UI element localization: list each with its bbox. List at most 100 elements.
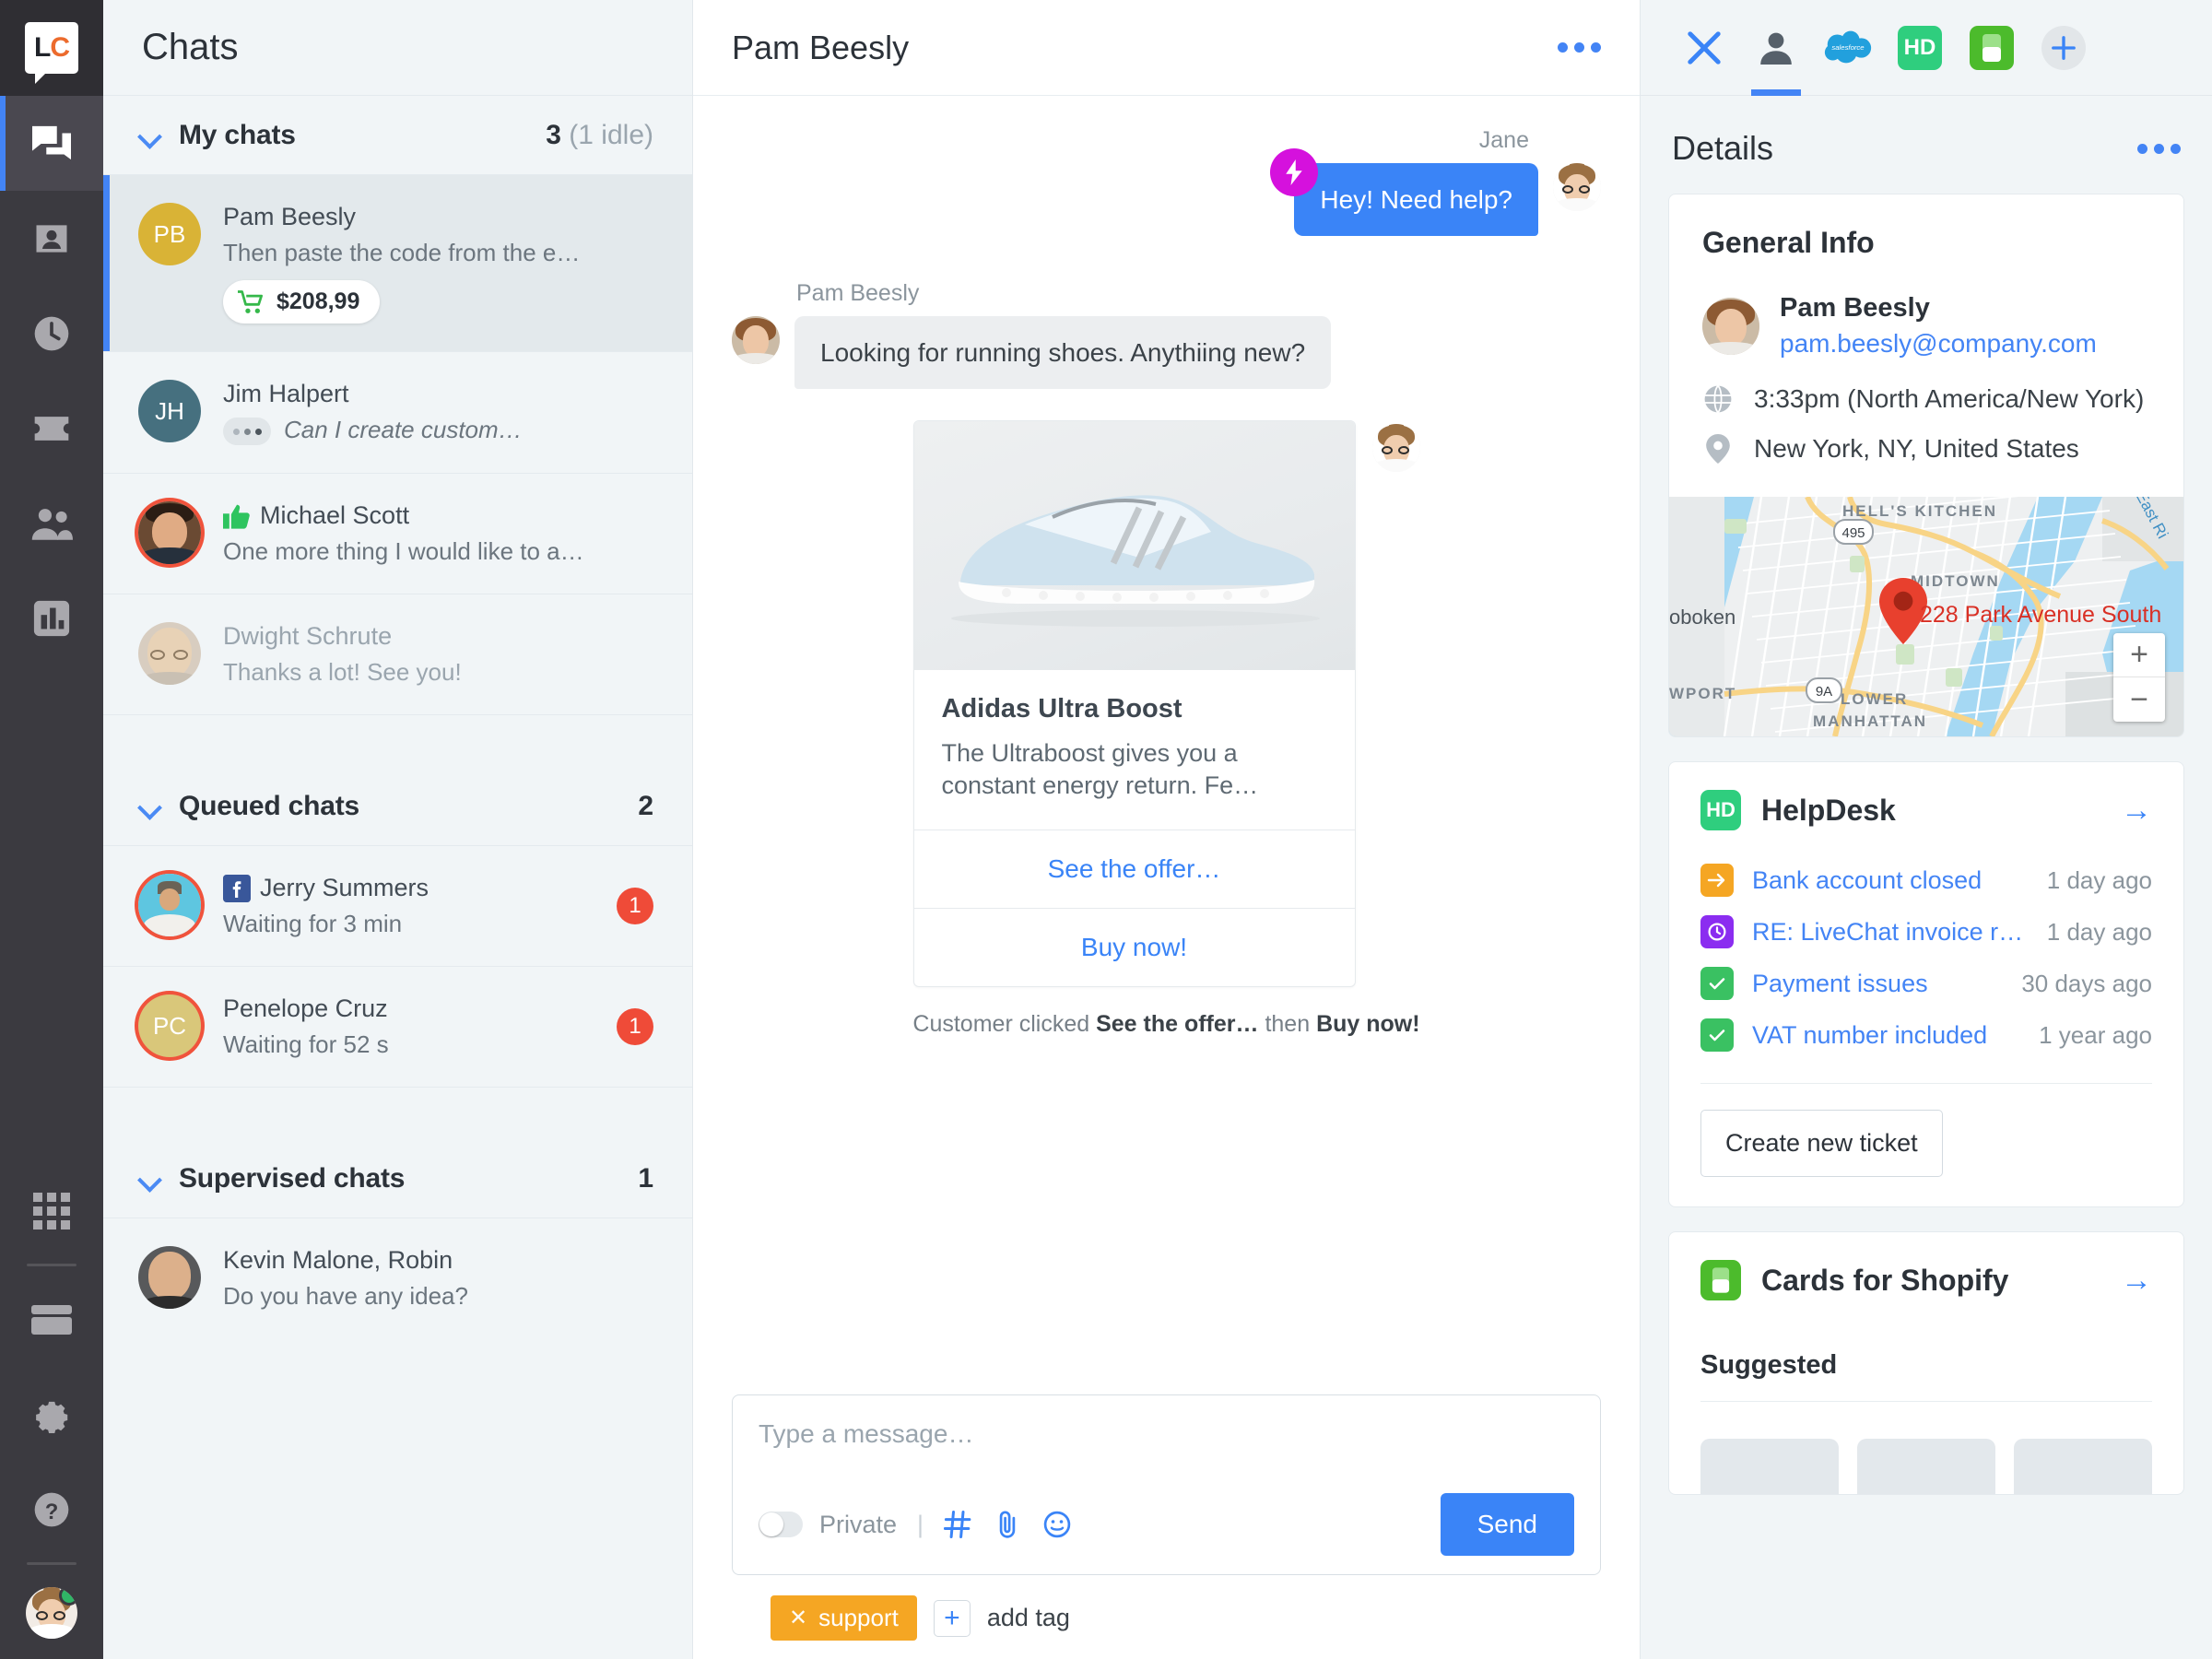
section-header-my-chats[interactable]: My chats 3 (1 idle) bbox=[103, 96, 692, 175]
ticket-row[interactable]: Bank account closed 1 day ago bbox=[1669, 854, 2183, 906]
shopify-open-arrow-icon[interactable]: → bbox=[2121, 1265, 2152, 1296]
rail-item-reports[interactable] bbox=[0, 571, 103, 665]
map-zoom-in-button[interactable]: + bbox=[2113, 633, 2165, 677]
customer-time-row: 3:33pm (North America/New York) bbox=[1702, 384, 2150, 414]
ticket-status-open-icon bbox=[1700, 864, 1734, 897]
suggested-card-placeholder[interactable] bbox=[2014, 1439, 2152, 1494]
message-author: Jane bbox=[1478, 127, 1529, 153]
bolt-icon bbox=[1270, 148, 1319, 196]
rail-item-settings[interactable] bbox=[0, 1367, 103, 1462]
ticket-row[interactable]: VAT number included 1 year ago bbox=[1669, 1009, 2183, 1061]
chevron-down-icon[interactable] bbox=[138, 1167, 162, 1191]
helpdesk-open-arrow-icon[interactable]: → bbox=[2121, 794, 2152, 826]
tab-close-panel[interactable] bbox=[1668, 0, 1740, 96]
ticket-title[interactable]: Bank account closed bbox=[1752, 866, 1982, 895]
tab-helpdesk[interactable]: HD bbox=[1884, 0, 1956, 96]
ticket-age: 1 day ago bbox=[2046, 865, 2152, 894]
section-count: 3 (1 idle) bbox=[546, 119, 653, 150]
details-body: General Info Pam Beesly pam.beesly@compa… bbox=[1641, 194, 2212, 1659]
product-card: Adidas Ultra Boost The Ultraboost gives … bbox=[912, 420, 1356, 988]
map-zoom-out-button[interactable]: − bbox=[2113, 677, 2165, 722]
rail-item-team[interactable] bbox=[0, 476, 103, 571]
thumbs-up-icon bbox=[223, 504, 250, 529]
reports-icon bbox=[33, 600, 70, 636]
globe-icon bbox=[1702, 384, 1734, 414]
system-note-prefix: Customer clicked bbox=[912, 1011, 1097, 1038]
clock-icon bbox=[34, 316, 69, 350]
map-zoom-controls: + − bbox=[2113, 633, 2165, 722]
ticket-row[interactable]: Payment issues 30 days ago bbox=[1669, 958, 2183, 1009]
chat-item-preview-row: Can I create custom… bbox=[223, 416, 653, 446]
chat-options-button[interactable] bbox=[1558, 42, 1601, 53]
system-note-action-2: Buy now! bbox=[1316, 1011, 1420, 1038]
message-input-placeholder[interactable]: Type a message… bbox=[759, 1419, 1574, 1449]
section-gap bbox=[103, 715, 692, 768]
ticket-title[interactable]: VAT number included bbox=[1752, 1021, 1987, 1050]
ticket-title[interactable]: RE: LiveChat invoice rece… bbox=[1752, 918, 2029, 947]
close-icon bbox=[1688, 30, 1721, 65]
avatar bbox=[138, 874, 201, 937]
private-toggle[interactable] bbox=[759, 1512, 803, 1537]
chat-item-name-row: Michael Scott bbox=[223, 501, 653, 530]
divider: | bbox=[917, 1510, 924, 1538]
chat-item-preview: Waiting for 3 min bbox=[223, 910, 403, 938]
paperclip-icon[interactable] bbox=[995, 1511, 1019, 1538]
close-icon[interactable]: ✕ bbox=[789, 1605, 807, 1631]
rail-item-recent[interactable] bbox=[0, 286, 103, 381]
product-image bbox=[913, 421, 1355, 670]
message-thread: Jane Hey! Need help? Pam Beesly Looking … bbox=[693, 96, 1640, 1394]
section-header-queued-chats[interactable]: Queued chats 2 bbox=[103, 767, 692, 847]
chat-item-name: Pam Beesly bbox=[223, 203, 357, 230]
private-label: Private bbox=[819, 1510, 898, 1538]
rail-item-tickets[interactable] bbox=[0, 381, 103, 476]
send-button[interactable]: Send bbox=[1440, 1493, 1574, 1556]
suggested-label: Suggested bbox=[1700, 1350, 1838, 1380]
chat-list-item-dwight-schrute[interactable]: Dwight Schrute Thanks a lot! See you! bbox=[103, 594, 692, 716]
add-tag-button[interactable]: + bbox=[933, 1599, 971, 1637]
emoji-icon[interactable] bbox=[1043, 1511, 1071, 1538]
rail-item-billing[interactable] bbox=[0, 1272, 103, 1367]
chevron-down-icon[interactable] bbox=[138, 794, 162, 818]
suggested-card-placeholder[interactable] bbox=[1857, 1439, 1995, 1494]
chat-list-item-jerry-summers[interactable]: Jerry Summers Waiting for 3 min 1 bbox=[103, 846, 692, 968]
product-info: Adidas Ultra Boost The Ultraboost gives … bbox=[914, 670, 1355, 830]
chevron-down-icon[interactable] bbox=[138, 124, 162, 147]
app-logo[interactable]: L C bbox=[0, 0, 103, 96]
chat-list-item-kevin-malone[interactable]: Kevin Malone, Robin Do you have any idea… bbox=[103, 1218, 692, 1338]
rail-item-apps[interactable] bbox=[0, 1163, 103, 1258]
details-options-button[interactable] bbox=[2137, 143, 2181, 154]
section-header-supervised-chats[interactable]: Supervised chats 1 bbox=[103, 1139, 692, 1219]
tab-add-app[interactable] bbox=[2028, 0, 2100, 96]
chat-list-item-pam-beesly[interactable]: PB Pam Beesly Then paste the code from t… bbox=[103, 175, 692, 352]
rail-item-archives[interactable] bbox=[0, 191, 103, 286]
product-buy-now-button[interactable]: Buy now! bbox=[913, 908, 1355, 986]
hash-icon[interactable] bbox=[944, 1511, 971, 1538]
agent-status-dot bbox=[59, 1587, 77, 1606]
chat-item-name: Kevin Malone, Robin bbox=[223, 1246, 453, 1275]
chat-list-item-penelope-cruz[interactable]: PC Penelope Cruz Waiting for 52 s 1 bbox=[103, 967, 692, 1088]
chat-item-preview: Do you have any idea? bbox=[223, 1282, 468, 1311]
rail-item-help[interactable]: ? bbox=[0, 1462, 103, 1557]
customer-location-map[interactable]: HELL'S KITCHEN MIDTOWN LOWER MANHATTAN W… bbox=[1669, 497, 2183, 736]
tab-cards-for-shopify[interactable] bbox=[1956, 0, 2028, 96]
customer-email[interactable]: pam.beesly@company.com bbox=[1780, 329, 2097, 359]
tag-support[interactable]: ✕ support bbox=[771, 1595, 917, 1641]
rail-item-chats[interactable] bbox=[0, 96, 103, 191]
create-new-ticket-button[interactable]: Create new ticket bbox=[1700, 1110, 1943, 1177]
ticket-title[interactable]: Payment issues bbox=[1752, 970, 1928, 998]
message-composer[interactable]: Type a message… Private | Send bbox=[732, 1394, 1601, 1575]
chat-item-name: Penelope Cruz bbox=[223, 994, 388, 1023]
tab-salesforce[interactable]: salesforce bbox=[1812, 0, 1884, 96]
current-agent-avatar[interactable] bbox=[26, 1587, 77, 1639]
livechat-app: L C ? Chats My chats 3 (1 idle) PB Pam B… bbox=[0, 0, 2212, 1659]
ticket-row[interactable]: RE: LiveChat invoice rece… 1 day ago bbox=[1669, 906, 2183, 958]
customer-avatar bbox=[1702, 297, 1759, 355]
section-count: 2 bbox=[638, 790, 653, 821]
product-see-offer-button[interactable]: See the offer… bbox=[913, 830, 1355, 908]
suggested-cards-row bbox=[1669, 1402, 2183, 1494]
chat-list-item-jim-halpert[interactable]: JH Jim Halpert Can I create custom… bbox=[103, 352, 692, 475]
suggested-card-placeholder[interactable] bbox=[1700, 1439, 1839, 1494]
chat-list-item-michael-scott[interactable]: Michael Scott One more thing I would lik… bbox=[103, 474, 692, 595]
cart-icon bbox=[238, 289, 263, 313]
tab-customer-details[interactable] bbox=[1740, 0, 1812, 96]
